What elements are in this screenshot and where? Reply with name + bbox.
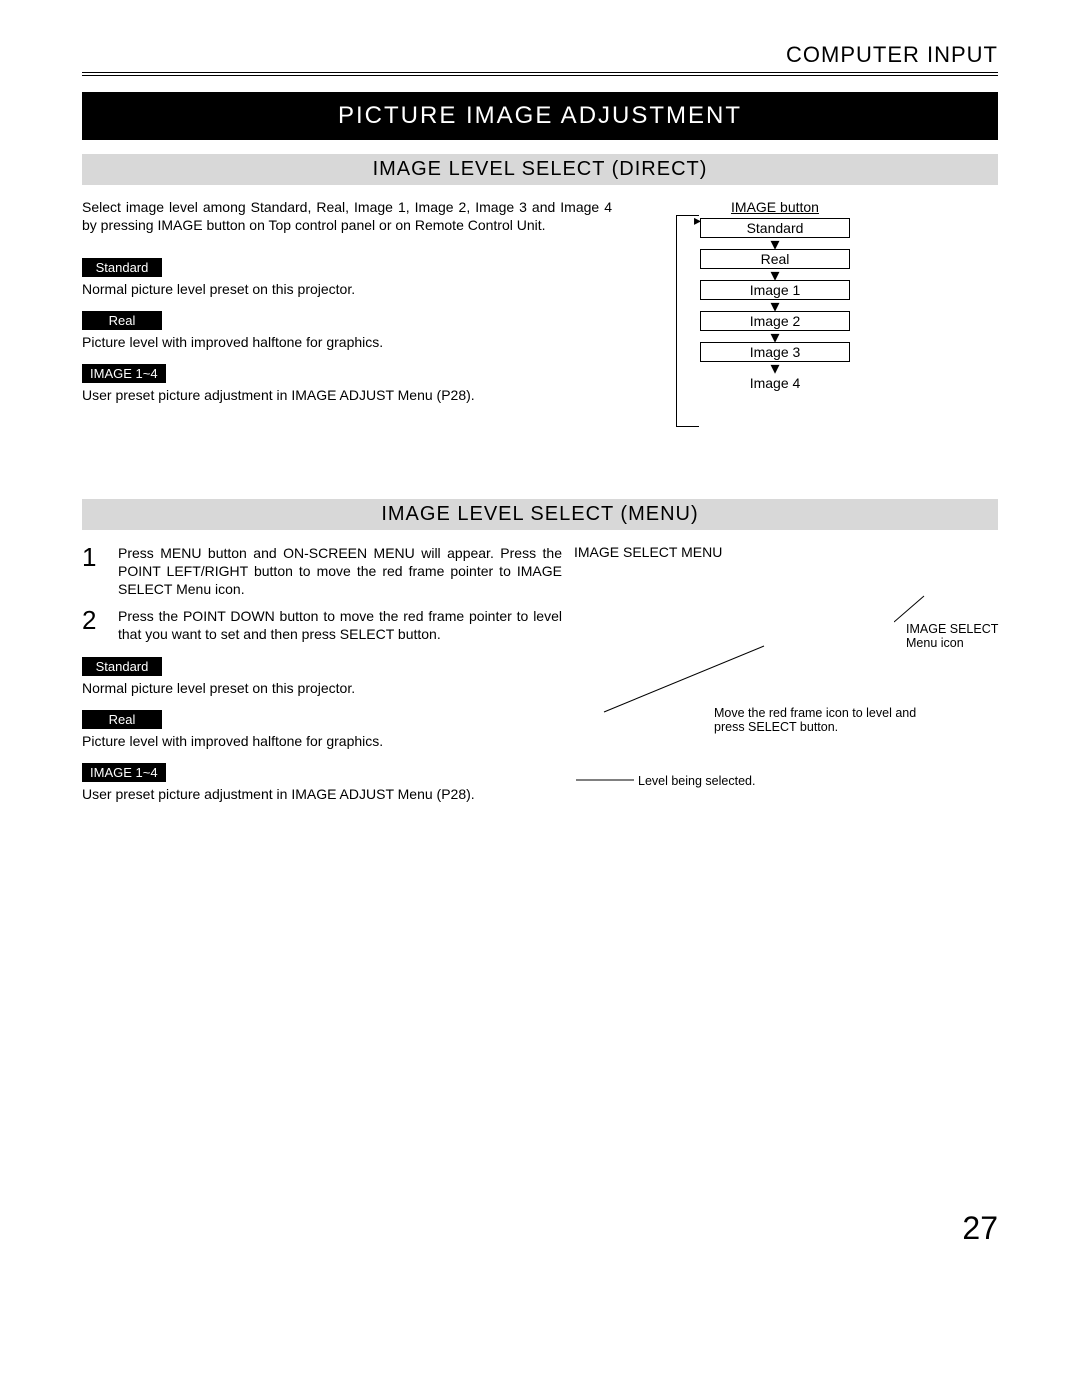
flow-heading: IMAGE button	[700, 199, 850, 215]
level-desc-image14: User preset picture adjustment in IMAGE …	[82, 387, 612, 403]
step-number: 1	[82, 544, 118, 599]
page-content: COMPUTER INPUT PICTURE IMAGE ADJUSTMENT …	[82, 42, 998, 810]
level-desc-real: Picture level with improved halftone for…	[82, 334, 612, 350]
page-title: PICTURE IMAGE ADJUSTMENT	[82, 92, 998, 140]
level-tag-real: Real	[82, 311, 162, 330]
annotation-line-icon	[594, 644, 774, 714]
loop-arrowhead-icon: ▸	[694, 212, 701, 229]
level-tag-standard: Standard	[82, 258, 162, 277]
down-arrow-icon: ▾	[700, 362, 850, 373]
annotation-selected-hint: Level being selected.	[638, 774, 838, 788]
menu-section: 1 Press MENU button and ON-SCREEN MENU w…	[82, 544, 998, 810]
chapter-heading: COMPUTER INPUT	[82, 42, 998, 76]
step-row: 2 Press the POINT DOWN button to move th…	[82, 607, 562, 643]
diagram-title: IMAGE SELECT MENU	[574, 544, 998, 560]
annotation-pointer-hint: Move the red frame icon to level and pre…	[714, 706, 924, 734]
section-heading-direct: IMAGE LEVEL SELECT (DIRECT)	[82, 154, 998, 185]
step-text: Press MENU button and ON-SCREEN MENU wil…	[118, 544, 562, 599]
level-desc-real: Picture level with improved halftone for…	[82, 733, 562, 749]
annotation-line-icon	[574, 754, 644, 784]
step-text: Press the POINT DOWN button to move the …	[118, 607, 562, 643]
step-row: 1 Press MENU button and ON-SCREEN MENU w…	[82, 544, 562, 599]
image-button-flow: ▸ IMAGE button Standard ▾ Real ▾ Image 1…	[700, 199, 850, 393]
level-desc-standard: Normal picture level preset on this proj…	[82, 281, 612, 297]
level-tag-real: Real	[82, 710, 162, 729]
annotation-line-icon	[894, 594, 934, 624]
level-tag-image14: IMAGE 1~4	[82, 364, 166, 383]
down-arrow-icon: ▾	[700, 238, 850, 249]
direct-section: Select image level among Standard, Real,…	[82, 199, 998, 449]
level-desc-image14: User preset picture adjustment in IMAGE …	[82, 786, 562, 802]
page-number: 27	[962, 1210, 998, 1247]
flow-node: Image 4	[700, 373, 850, 393]
down-arrow-icon: ▾	[700, 300, 850, 311]
annotation-menu-icon: IMAGE SELECT Menu icon	[906, 622, 1026, 650]
step-number: 2	[82, 607, 118, 643]
direct-intro-text: Select image level among Standard, Real,…	[82, 199, 612, 234]
down-arrow-icon: ▾	[700, 269, 850, 280]
level-desc-standard: Normal picture level preset on this proj…	[82, 680, 562, 696]
level-tag-image14: IMAGE 1~4	[82, 763, 166, 782]
down-arrow-icon: ▾	[700, 331, 850, 342]
section-heading-menu: IMAGE LEVEL SELECT (MENU)	[82, 499, 998, 530]
level-tag-standard: Standard	[82, 657, 162, 676]
loop-line	[676, 215, 699, 427]
